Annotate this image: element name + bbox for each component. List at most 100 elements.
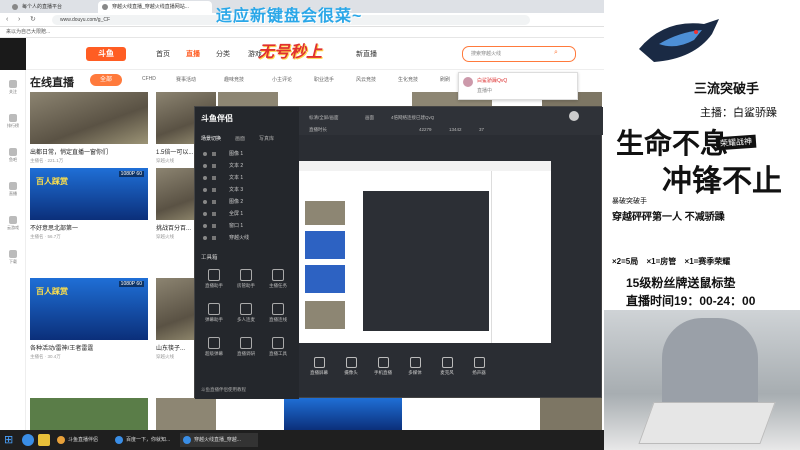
tool-logo: 斗鱼伴侣 [201,114,233,123]
media-button[interactable]: 多媒体 [401,357,429,376]
sidebar-item-follow[interactable]: 关注 [0,80,26,95]
tool-label: 弹幕助手 [205,317,223,322]
site-logo[interactable]: 斗鱼 [86,47,126,61]
lock-icon[interactable] [212,212,216,216]
back-icon[interactable]: ‹ [6,16,14,24]
tool-button[interactable]: 主播任务 [263,269,293,289]
tool-topbar: 标清/全屏/画面 画面 4倍网络连接已建QvQ 直播时长 42279 13442… [299,107,603,135]
filter-category[interactable]: 赛事活动 [176,76,196,83]
search-input[interactable]: 搜索穿越火线 [462,46,576,62]
lock-icon[interactable] [212,188,216,192]
thumbnail-strip [26,398,604,430]
layer-label: 穿越火线 [229,235,250,241]
filter-category[interactable]: 风云竞技 [356,76,376,83]
avatar[interactable] [569,111,579,121]
team-name: 三流突破手 [694,81,760,96]
screen-capture-button[interactable]: 直播屏幕 [305,357,333,376]
reload-icon[interactable]: ↻ [30,16,38,24]
tool-button[interactable]: 直播调研 [231,337,261,357]
folder-icon[interactable] [38,434,50,446]
tab-gallery[interactable]: 写真库 [259,135,274,142]
forward-icon[interactable]: › [18,16,26,24]
sidebar-label: 排行榜 [7,123,19,128]
popup-status: 直播中 [477,88,493,94]
nav-home[interactable]: 首页 [156,49,170,59]
mobile-live-button[interactable]: 手机直播 [369,357,397,376]
filter-category[interactable]: 小主评论 [272,76,292,83]
tool-button[interactable]: 直播工具 [263,337,293,357]
tool-button[interactable]: 直播连线 [263,303,293,323]
tutorial-link[interactable]: 斗鱼直播伴侣使用教程 [201,387,246,393]
source-layer[interactable]: 图像 1 [199,149,323,159]
filter-category[interactable]: 趣味竞技 [224,76,244,83]
lock-icon[interactable] [212,164,216,168]
tab-canvas[interactable]: 画面 [235,135,245,142]
tool-button[interactable]: 直播助手 [199,269,229,289]
browser-tab[interactable]: 每个人的直播平台 [8,1,110,13]
stream-card[interactable]: 百人踩赏 1080P 60 不好意思北部第一 主播名 · 56.7万 [30,168,148,242]
taskbar-item[interactable]: 百度一下，你就知... [112,433,190,447]
stream-thumbnail[interactable] [156,398,216,430]
filter-all-button[interactable]: 全部 [90,74,122,86]
eye-icon[interactable] [203,236,207,240]
bookmark-item[interactable]: 来以为自己大限赔... [6,29,50,35]
preview-thumbnail [305,231,345,259]
tool-label: 直播工具 [269,351,287,356]
canvas-label: 画面 [365,115,374,120]
eye-icon[interactable] [203,176,207,180]
eye-icon[interactable] [203,188,207,192]
layer-label: 文本 2 [229,163,244,169]
sidebar-item-rank[interactable]: 排行榜 [0,114,26,129]
windows-start-icon[interactable]: ⊞ [4,434,16,446]
eye-icon[interactable] [203,164,207,168]
nav-category[interactable]: 分类 [216,49,230,59]
lock-icon[interactable] [212,236,216,240]
promo-text: 百人踩赏 [36,287,68,296]
filter-category[interactable]: 刷刷 [440,76,450,83]
tool-button[interactable]: 房管助手 [231,269,261,289]
filter-category[interactable]: 生化竞技 [398,76,418,83]
filter-category[interactable]: 职业选手 [314,76,334,83]
taskbar-label: 百度一下，你就知... [126,437,171,443]
stream-overlay-title: 适应新键盘会很菜~ [216,8,363,25]
sidebar-item-live[interactable]: 直播 [0,182,26,197]
camera-button[interactable]: 摄像头 [337,357,365,376]
browser-app-icon[interactable] [22,434,34,446]
nav-new-live[interactable]: 新直播 [356,49,377,59]
host-name: 主播：白鲨骄躁 [700,107,777,119]
microphone-icon [441,357,453,368]
tool-label: 超级弹幕 [205,351,223,356]
quality-selector[interactable]: 标清/全屏/画面 [309,115,339,121]
eye-icon[interactable] [203,224,207,228]
followed-popup[interactable]: 白鲨骄躁QvQ 直播中 [458,72,578,100]
nav-live[interactable]: 直播 [186,49,200,59]
tool-button[interactable]: 多人连麦 [231,303,261,323]
lock-icon[interactable] [212,200,216,204]
sidebar-label: 直播 [9,191,17,196]
tab-scenes[interactable]: 场景切换 [201,135,221,142]
stream-thumbnail[interactable] [540,398,602,430]
eye-icon[interactable] [203,200,207,204]
filter-category[interactable]: CFHD [142,76,156,82]
search-icon[interactable]: ⌕ [554,49,558,57]
sidebar-item-download[interactable]: 下载 [0,250,26,265]
stream-card[interactable]: 出都日常，悄定直播一窗你们 主播名 · 221.1万 [30,92,148,166]
tool-icon [240,337,252,349]
microphone-button[interactable]: 麦克风 [433,357,461,376]
stream-thumbnail[interactable] [30,398,148,430]
speaker-button[interactable]: 扬声器 [465,357,493,376]
tool-button[interactable]: 弹幕助手 [199,303,229,323]
browser-tab-active[interactable]: 穿越火线直播_穿越火线直播网站... [98,1,212,13]
eye-icon[interactable] [203,212,207,216]
lock-icon[interactable] [212,224,216,228]
stream-thumbnail[interactable] [284,398,402,430]
taskbar-item-active[interactable]: 穿越火线直播_穿越... [180,433,258,447]
tab-label: 每个人的直播平台 [22,4,63,10]
sidebar-item-cloud-game[interactable]: 云游戏 [0,216,26,231]
eye-icon[interactable] [203,152,207,156]
sidebar-item-fishbar[interactable]: 鱼吧 [0,148,26,163]
tool-button[interactable]: 超级弹幕 [199,337,229,357]
lock-icon[interactable] [212,152,216,156]
lock-icon[interactable] [212,176,216,180]
stream-card[interactable]: 百人踩赏 1080P 60 各种活动/雷神/王者雷霆 主播名 · 30.4万 [30,278,148,359]
